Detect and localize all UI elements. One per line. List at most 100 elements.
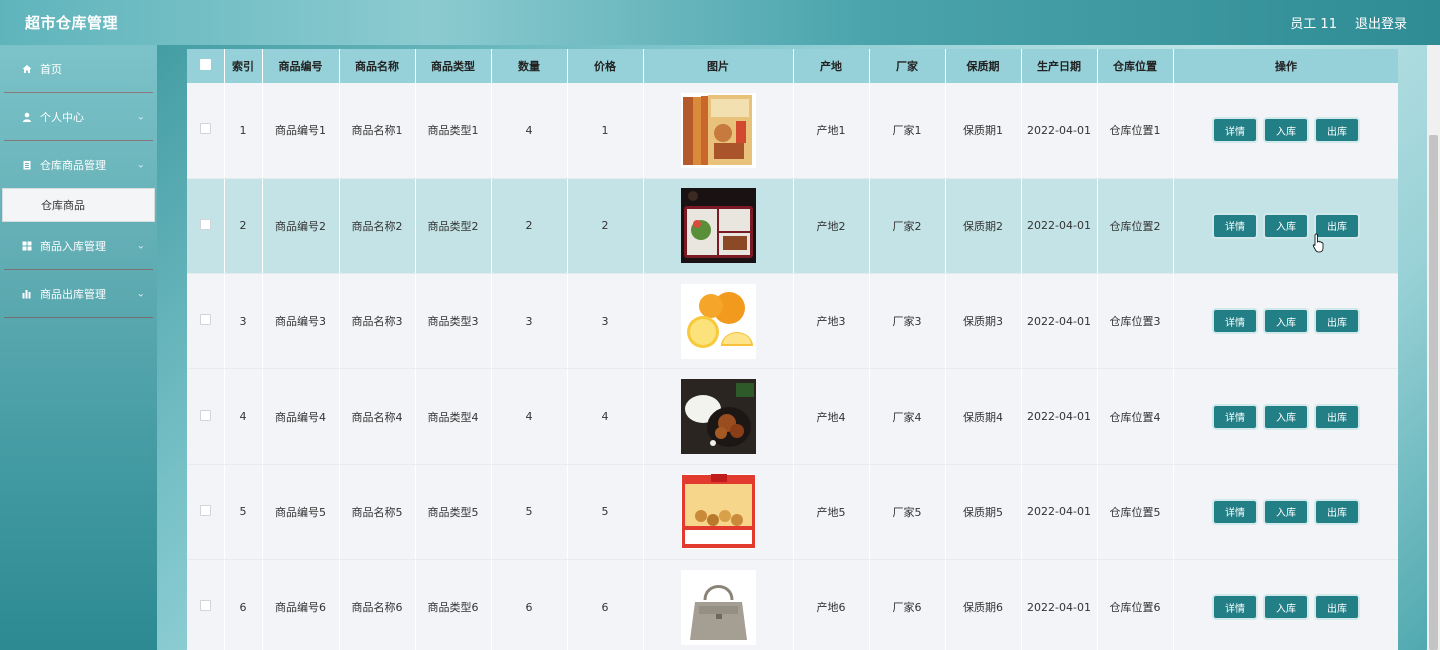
- table-row[interactable]: 4 商品编号4 商品名称4 商品类型4 4 4 产地4 厂家4 保质期4 2022-04-01 仓库…: [187, 368, 1398, 465]
- mouse-pointer-icon: [1312, 233, 1324, 253]
- current-user[interactable]: 员工 11: [1290, 13, 1337, 32]
- stock-out-button[interactable]: 出库: [1316, 310, 1358, 333]
- row-checkbox[interactable]: [199, 314, 211, 326]
- table-row[interactable]: 6 商品编号6 商品名称6 商品类型6 6 6 产地6 厂家6 保质期6 2022-04-01 仓库…: [187, 559, 1398, 650]
- col-header-name: 商品名称: [339, 49, 416, 83]
- stock-out-button[interactable]: 出库: [1316, 119, 1358, 142]
- production-date-cell: 2022-04-01: [1021, 273, 1098, 370]
- origin-cell: 产地3: [793, 273, 870, 370]
- origin-cell: 产地5: [793, 464, 870, 560]
- manufacturer-cell: 厂家6: [869, 559, 946, 650]
- stock-in-button[interactable]: 入库: [1265, 596, 1307, 619]
- row-index-cell: 1: [224, 83, 263, 179]
- detail-button[interactable]: 详情: [1214, 214, 1256, 237]
- row-checkbox[interactable]: [199, 504, 211, 516]
- chicken-dish-image: [680, 379, 756, 455]
- sidebar-item-stock-out[interactable]: 商品出库管理 ⌄: [0, 270, 157, 317]
- select-all-cell: [187, 49, 225, 83]
- sidebar-item-personal-center[interactable]: 个人中心 ⌄: [0, 93, 157, 140]
- sidebar-item-stock-in[interactable]: 商品入库管理 ⌄: [0, 222, 157, 269]
- chevron-down-icon: ⌄: [136, 111, 145, 122]
- detail-button[interactable]: 详情: [1214, 310, 1256, 333]
- warehouse-location-cell: 仓库位置4: [1097, 368, 1174, 465]
- product-type-cell: 商品类型1: [415, 83, 492, 179]
- actions-cell: 详情 入库 出库: [1173, 83, 1398, 179]
- stock-out-button[interactable]: 出库: [1316, 596, 1358, 619]
- origin-cell: 产地2: [793, 178, 870, 275]
- manufacturer-cell: 厂家4: [869, 368, 946, 465]
- stock-in-button[interactable]: 入库: [1265, 405, 1307, 428]
- row-index-cell: 2: [224, 178, 263, 275]
- price-cell: 3: [567, 273, 644, 370]
- row-select-cell: [187, 464, 225, 560]
- col-header-price: 价格: [567, 49, 644, 83]
- manufacturer-cell: 厂家3: [869, 273, 946, 370]
- production-date-cell: 2022-04-01: [1021, 464, 1098, 560]
- shelf-life-cell: 保质期5: [945, 464, 1022, 560]
- actions-cell: 详情 入库 出库: [1173, 273, 1398, 370]
- warehouse-location-cell: 仓库位置1: [1097, 83, 1174, 179]
- row-checkbox[interactable]: [199, 123, 211, 135]
- col-header-code: 商品编号: [262, 49, 340, 83]
- row-checkbox[interactable]: [199, 409, 211, 421]
- product-name-cell: 商品名称5: [339, 464, 416, 560]
- sidebar-item-warehouse-goods[interactable]: 仓库商品管理 ⌄: [0, 141, 157, 188]
- row-checkbox[interactable]: [199, 600, 211, 612]
- product-type-cell: 商品类型5: [415, 464, 492, 560]
- table-row[interactable]: 2 商品编号2 商品名称2 商品类型2 2 2 产地2 厂家2 保质期2 2022-04-01 仓库…: [187, 178, 1398, 275]
- sidebar-item-label: 商品入库管理: [40, 239, 106, 253]
- stock-in-button[interactable]: 入库: [1265, 310, 1307, 333]
- row-select-cell: [187, 559, 225, 650]
- col-header-index: 索引: [224, 49, 263, 83]
- stock-out-button[interactable]: 出库: [1316, 500, 1358, 523]
- detail-button[interactable]: 详情: [1214, 596, 1256, 619]
- price-cell: 1: [567, 83, 644, 179]
- row-checkbox[interactable]: [199, 218, 211, 230]
- product-type-cell: 商品类型6: [415, 559, 492, 650]
- select-all-checkbox[interactable]: [199, 59, 211, 70]
- scrollbar-thumb[interactable]: [1429, 135, 1438, 650]
- row-index-cell: 4: [224, 368, 263, 465]
- product-name-cell: 商品名称4: [339, 368, 416, 465]
- warehouse-location-cell: 仓库位置6: [1097, 559, 1174, 650]
- oranges-image: [680, 283, 756, 359]
- product-image-cell: [643, 464, 794, 560]
- sidebar-item-home[interactable]: 首页: [0, 45, 157, 92]
- sidebar-item-label: 仓库商品管理: [40, 158, 106, 172]
- price-cell: 4: [567, 368, 644, 465]
- quantity-cell: 4: [491, 368, 568, 465]
- stock-out-button[interactable]: 出库: [1316, 405, 1358, 428]
- col-header-origin: 产地: [793, 49, 870, 83]
- detail-button[interactable]: 详情: [1214, 405, 1256, 428]
- table-row[interactable]: 3 商品编号3 商品名称3 商品类型3 3 3 产地3 厂家3 保质期3 2022-04-01 仓库…: [187, 273, 1398, 370]
- production-date-cell: 2022-04-01: [1021, 178, 1098, 275]
- table-row[interactable]: 1 商品编号1 商品名称1 商品类型1 4 1 产地1 厂家1 保质期1 2022-04-01 仓库…: [187, 83, 1398, 179]
- sidebar-subitem-warehouse-goods[interactable]: 仓库商品: [2, 188, 155, 222]
- goods-table-area: 索引 商品编号 商品名称 商品类型 数量 价格 图片 产地 厂家 保质期 生产日…: [187, 49, 1398, 650]
- table-row[interactable]: 5 商品编号5 商品名称5 商品类型5 5 5 产地5 厂家5 保质期5 2022-04-01 仓库…: [187, 464, 1398, 560]
- chevron-down-icon: ⌄: [136, 159, 145, 170]
- production-date-cell: 2022-04-01: [1021, 83, 1098, 179]
- product-type-cell: 商品类型3: [415, 273, 492, 370]
- product-code-cell: 商品编号5: [262, 464, 340, 560]
- grid-icon: [22, 241, 32, 251]
- detail-button[interactable]: 详情: [1214, 500, 1256, 523]
- detail-button[interactable]: 详情: [1214, 119, 1256, 142]
- quantity-cell: 4: [491, 83, 568, 179]
- clipboard-icon: [22, 160, 32, 170]
- product-image-cell: [643, 273, 794, 370]
- price-cell: 2: [567, 178, 644, 275]
- stock-in-button[interactable]: 入库: [1265, 119, 1307, 142]
- home-icon: [22, 64, 32, 74]
- handbag-image: [680, 569, 756, 645]
- product-code-cell: 商品编号1: [262, 83, 340, 179]
- product-name-cell: 商品名称1: [339, 83, 416, 179]
- logout-link[interactable]: 退出登录: [1355, 13, 1407, 32]
- manufacturer-cell: 厂家5: [869, 464, 946, 560]
- origin-cell: 产地4: [793, 368, 870, 465]
- col-header-maker: 厂家: [869, 49, 946, 83]
- goods-table: 索引 商品编号 商品名称 商品类型 数量 价格 图片 产地 厂家 保质期 生产日…: [187, 49, 1398, 650]
- stock-in-button[interactable]: 入库: [1265, 500, 1307, 523]
- stock-in-button[interactable]: 入库: [1265, 214, 1307, 237]
- product-code-cell: 商品编号2: [262, 178, 340, 275]
